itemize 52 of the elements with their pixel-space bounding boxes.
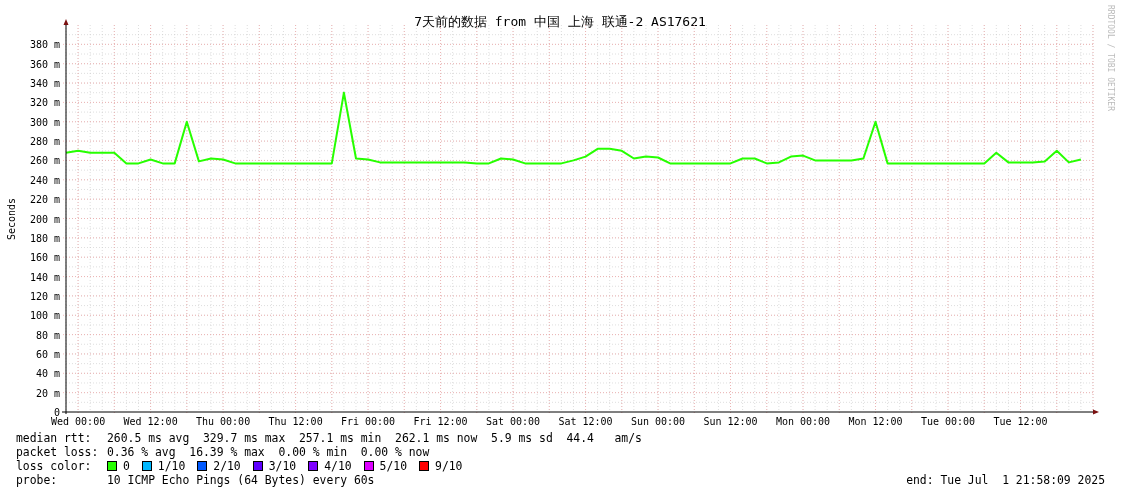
chart-title: 7天前的数据 from 中国 上海 联通-2 AS17621 [414, 14, 706, 29]
x-tick-label: Mon 12:00 [848, 416, 903, 427]
y-tick-label: 100 m [29, 310, 60, 322]
y-tick-label: 160 m [29, 252, 60, 264]
x-tick-label: Wed 12:00 [123, 416, 178, 427]
y-tick-label: 140 m [29, 271, 60, 283]
x-tick-label: Thu 12:00 [268, 416, 323, 427]
loss-level-label: 5/10 [379, 459, 408, 473]
y-tick-label: 300 m [29, 116, 60, 128]
loss-stats: 0.36 % avg 16.39 % max 0.00 % min 0.00 % now [107, 445, 430, 459]
y-tick-label: 340 m [29, 78, 60, 90]
loss-level-label: 9/10 [435, 459, 463, 473]
rtt-stats: 260.5 ms avg 329.7 ms max 257.1 ms min 262.1 ms now 5.9 ms sd 44.4 am/s [107, 431, 642, 445]
legend-label: packet loss: [16, 445, 100, 459]
y-tick-label: 80 m [35, 329, 60, 341]
legend-label: median rtt: [16, 431, 93, 445]
y-tick-label: 260 m [29, 155, 60, 167]
legend-label: probe: [16, 473, 59, 487]
y-tick-label: 360 m [29, 58, 60, 70]
x-tick-label: Wed 00:00 [51, 416, 106, 427]
loss-level-label: 1/10 [157, 459, 186, 473]
y-tick-label: 240 m [29, 174, 60, 186]
y-tick-label: 180 m [29, 232, 60, 244]
legend-label: loss color: [16, 459, 93, 473]
probe-info: 10 ICMP Echo Pings (64 Bytes) every 60s [107, 473, 375, 487]
loss-level-label: 3/10 [268, 459, 297, 473]
y-tick-label: 120 m [29, 290, 60, 302]
y-tick-label: 220 m [29, 194, 60, 206]
x-tick-label: Sun 00:00 [630, 416, 686, 427]
y-tick-label: 0 [53, 407, 60, 418]
watermark-text: RRDTOOL / TOBI OETIKER [1106, 5, 1115, 111]
y-tick-label: 280 m [29, 136, 60, 148]
x-tick-label: Sat 00:00 [485, 416, 541, 427]
x-tick-label: Fri 12:00 [413, 416, 468, 427]
y-tick-label: 40 m [35, 368, 60, 380]
y-tick-label: 320 m [29, 97, 60, 109]
y-tick-label: 20 m [35, 387, 60, 399]
x-tick-label: Tue 12:00 [993, 416, 1048, 427]
loss-level-label: 0 [123, 459, 130, 473]
x-tick-label: Thu 00:00 [196, 416, 251, 427]
x-tick-label: Tue 00:00 [920, 416, 976, 427]
y-tick-label: 380 m [29, 39, 60, 51]
x-tick-label: Fri 00:00 [340, 416, 396, 427]
loss-level-label: 4/10 [324, 459, 352, 473]
x-tick-label: Sat 12:00 [558, 416, 613, 427]
loss-level-label: 2/10 [213, 459, 241, 473]
y-tick-label: 60 m [35, 348, 60, 360]
x-tick-label: Mon 00:00 [775, 416, 831, 427]
end-time: end: Tue Jul 1 21:58:09 2025 [906, 473, 1105, 487]
y-tick-label: 200 m [29, 213, 60, 225]
x-tick-label: Sun 12:00 [703, 416, 758, 427]
axis-title: Seconds [6, 197, 17, 241]
